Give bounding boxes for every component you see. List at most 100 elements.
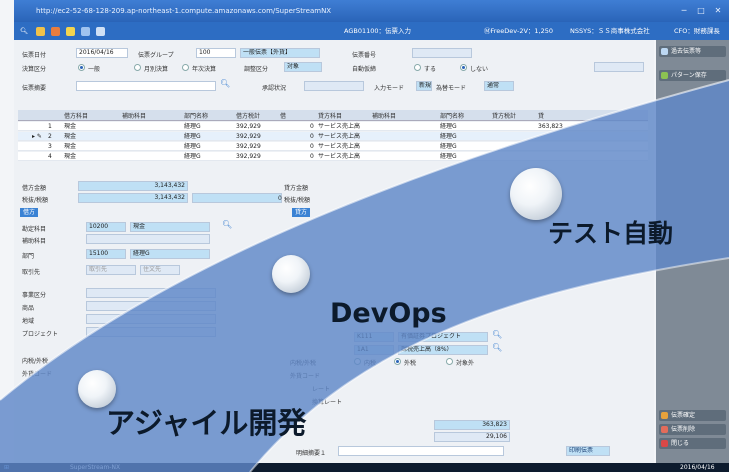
auto-close-yes-radio[interactable]: [414, 64, 421, 71]
credit-exempt-label: 対象外: [456, 360, 475, 367]
debit-account-code[interactable]: 10200: [86, 222, 126, 232]
row-tax: 0: [310, 123, 314, 130]
row-dept: 経理G: [184, 133, 201, 140]
row-amount: 392,929: [236, 153, 261, 160]
settle-yearly-radio[interactable]: [182, 64, 189, 71]
row-number: 3: [48, 143, 52, 150]
debit-sub-label: 補助科目: [22, 238, 47, 245]
credit-inner-tax-label: 内税: [364, 360, 377, 367]
credit-outer-tax-label: 外税: [404, 360, 417, 367]
debit-product-field[interactable]: [86, 301, 216, 311]
debit-sub-field[interactable]: [86, 234, 210, 244]
screenshot-stage: http://ec2-52-68-128-209.ap-northeast-1.…: [0, 0, 729, 472]
user-icon[interactable]: [81, 26, 91, 36]
credit-project-search-icon[interactable]: 🔍︎: [492, 330, 502, 339]
credit-tax-search-icon[interactable]: 🔍︎: [492, 343, 502, 352]
maximize-button[interactable]: □: [694, 0, 708, 22]
company-name: NSSYS：ＳＳ商事株式会社: [570, 27, 650, 35]
debit-region-field[interactable]: [86, 314, 216, 324]
windows-start-icon[interactable]: ⊞: [4, 463, 9, 472]
confirm-voucher-button[interactable]: 伝票確定: [659, 410, 726, 421]
credit-rate-label: レート: [312, 386, 331, 393]
debit-section-tag: 借方: [20, 208, 39, 217]
print-voucher-button[interactable]: 印刷伝票: [566, 446, 610, 456]
credit-inner-tax-radio[interactable]: [354, 358, 361, 365]
col-debit-account: 借方科目: [64, 113, 89, 120]
debit-total-label: 借方金額: [22, 185, 47, 192]
credit-rate-ex-label: 換算レート: [312, 399, 343, 406]
credit-tax-code[interactable]: 1A1: [354, 345, 394, 355]
voucher-number-field: [412, 48, 472, 58]
settle-monthly-radio[interactable]: [134, 64, 141, 71]
table-row[interactable]: 3 現金 経理G 392,929 0 サービス売上高 経理G: [18, 142, 648, 151]
date-input[interactable]: 2016/04/16: [76, 48, 128, 58]
debit-account-search-icon[interactable]: 🔍︎: [222, 220, 232, 229]
debit-order-input[interactable]: 住文先: [140, 265, 180, 275]
delete-voucher-label: 伝票削除: [671, 426, 696, 433]
settle-general-radio[interactable]: [78, 64, 85, 71]
table-row[interactable]: 4 現金 経理G 392,929 0 サービス売上高 経理G: [18, 152, 648, 161]
folder-icon[interactable]: [36, 26, 45, 36]
app-toolbar: 🔍︎ AGB01100：伝票入力 ⓂFreeDev-2V：1,250 NSSYS…: [14, 22, 729, 40]
confirm-icon: [661, 412, 668, 419]
row-credit: サービス売上高: [318, 123, 361, 130]
star-icon[interactable]: [66, 26, 76, 36]
auto-close-no-radio[interactable]: [460, 64, 467, 71]
history-button-label: 過去伝票等: [671, 48, 702, 55]
pattern-icon: [661, 72, 668, 79]
pattern-save-label: パターン保存: [671, 72, 707, 79]
debit-dept-code[interactable]: 15100: [86, 249, 126, 259]
close-icon: [661, 440, 668, 447]
row-credit: サービス売上高: [318, 143, 361, 150]
table-row[interactable]: ▸ ✎ 2 現金 経理G 392,929 0 サービス売上高 経理G: [18, 132, 648, 141]
row-number: 2: [48, 133, 52, 140]
minimize-button[interactable]: ─: [677, 0, 691, 22]
summary-label: 伝票摘要: [22, 85, 47, 92]
credit-exempt-radio[interactable]: [446, 358, 453, 365]
row-credit-dept: 経理G: [440, 133, 457, 140]
adjust-label: 調整区分: [244, 66, 269, 73]
input-mode-label: 入力モード: [374, 85, 405, 92]
adjust-select[interactable]: 対象: [284, 62, 322, 72]
row-credit-dept: 経理G: [440, 123, 457, 130]
credit-tax-label: 税抜/税額: [284, 197, 311, 204]
os-taskbar: ⊞ SuperStream-NX 2016/04/16: [0, 463, 729, 472]
debit-tax-amount: [192, 193, 282, 203]
close-form-button[interactable]: 閉じる: [659, 438, 726, 449]
delete-voucher-button[interactable]: 伝票削除: [659, 424, 726, 435]
currency-mode-field: 通常: [484, 81, 514, 91]
row-credit-amount: 363,823: [538, 123, 563, 130]
row-tax: 0: [310, 133, 314, 140]
credit-project-code[interactable]: K111: [354, 332, 394, 342]
history-button[interactable]: 過去伝票等: [659, 46, 726, 57]
help-icon[interactable]: [96, 26, 106, 36]
credit-memo-input[interactable]: [338, 446, 504, 456]
debit-dept-label: 部門: [22, 253, 35, 260]
summary-input[interactable]: [76, 81, 216, 91]
debit-foreign-label: 外貨コード: [22, 371, 53, 378]
col-debit-sub: 補助科目: [122, 113, 147, 120]
devops-bubble: [272, 255, 310, 293]
journal-grid-header: 借方科目 補助科目 部門名称 借方税計 借 貸方科目 補助科目 部門名称 貸方税…: [18, 110, 648, 121]
debit-business-field[interactable]: [86, 288, 216, 298]
row-dept: 経理G: [184, 143, 201, 150]
pattern-save-button[interactable]: パターン保存: [659, 70, 726, 81]
row-number: 4: [48, 153, 52, 160]
auto-close-yes-label: する: [424, 66, 437, 73]
side-field: [594, 62, 644, 72]
summary-search-icon[interactable]: 🔍︎: [220, 79, 230, 88]
credit-outer-tax-radio[interactable]: [394, 358, 401, 365]
table-row[interactable]: 1 現金 経理G 392,929 0 サービス売上高 経理G 363,823: [18, 122, 648, 131]
auto-close-no-label: しない: [470, 66, 489, 73]
auto-close-label: 自動仮締: [352, 66, 377, 73]
close-button[interactable]: ✕: [711, 0, 725, 22]
debit-partner-input[interactable]: 取引先: [86, 265, 136, 275]
row-dept: 経理G: [184, 123, 201, 130]
search-icon[interactable]: 🔍︎: [20, 22, 28, 40]
group-code-input[interactable]: 100: [196, 48, 236, 58]
voucher-number-label: 伝票番号: [352, 52, 377, 59]
row-credit-dept: 経理G: [440, 153, 457, 160]
taskbar-app-label[interactable]: SuperStream-NX: [70, 463, 120, 472]
debit-project-field[interactable]: [86, 327, 216, 337]
edit-icon[interactable]: [51, 26, 61, 36]
